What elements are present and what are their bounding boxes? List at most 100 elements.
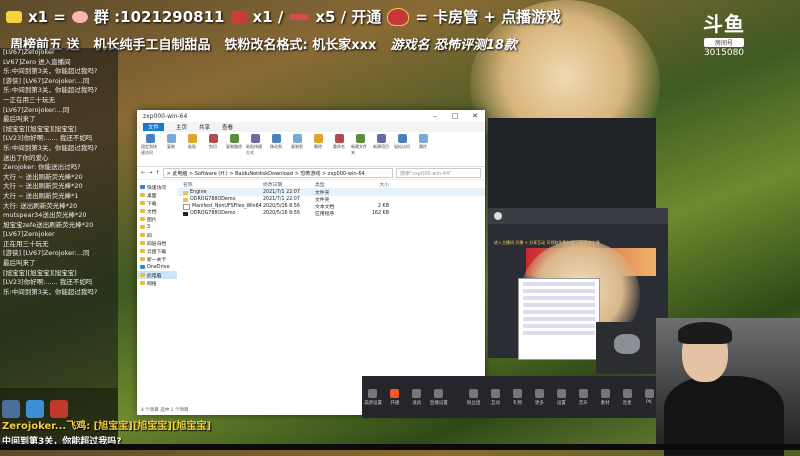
ribbon-button-icon bbox=[334, 134, 344, 143]
ribbon-button[interactable]: 粘贴快捷方式 bbox=[246, 134, 264, 156]
file-explorer-window[interactable]: zxp000-win-64 – □ ✕ 文件 主页 共享 查看 固定到快速访问 复… bbox=[137, 110, 485, 415]
ribbon-button[interactable]: 剪切 bbox=[204, 134, 222, 150]
nav-item[interactable]: 四层归档 bbox=[137, 239, 177, 247]
column-size[interactable]: 大小 bbox=[359, 181, 389, 188]
ribbon-button[interactable]: 复制到 bbox=[288, 134, 306, 150]
file-row[interactable]: ODROG788ODemo 2020/5/16 8:56 应用程序 162 KB bbox=[177, 210, 485, 217]
nav-item[interactable]: 新一关卡 bbox=[137, 255, 177, 263]
chat-message-text: 乐:中间到第3关，你能超过我吗? bbox=[3, 287, 98, 296]
toolbar-button[interactable]: 礼物 bbox=[507, 388, 529, 406]
toolbar-button[interactable]: 更多 bbox=[528, 388, 550, 406]
taskbar[interactable] bbox=[0, 444, 800, 450]
up-arrow-icon[interactable]: ↑ bbox=[155, 170, 159, 176]
tab-share[interactable]: 共享 bbox=[199, 123, 210, 131]
toolbar-button[interactable]: 音乐 bbox=[572, 388, 594, 406]
chat-message-text: 大行 ~ 送出刷新荧光棒*1 bbox=[3, 191, 79, 200]
nav-item-label: 新一关卡 bbox=[147, 257, 167, 263]
toolbar-button[interactable]: 连麦 bbox=[616, 388, 638, 406]
toolbar-label: 粉丝团 bbox=[466, 400, 481, 406]
nav-item[interactable]: 云盘下载 bbox=[137, 247, 177, 255]
column-type[interactable]: 类型 bbox=[315, 181, 359, 188]
toolbar-button[interactable]: 道具 bbox=[406, 388, 428, 406]
address-field[interactable]: > 此电脑 > Software (H:) > BaiduNetdiskDown… bbox=[162, 168, 393, 178]
nav-item[interactable]: 3 bbox=[137, 223, 177, 231]
toolbar-button[interactable]: 互动 bbox=[485, 388, 507, 406]
column-name[interactable]: 名称 bbox=[177, 181, 263, 188]
toolbar-icon bbox=[368, 388, 378, 398]
chat-message: [LV67]Zerojoker bbox=[0, 48, 118, 58]
file-name: ODROG788ODemo bbox=[190, 211, 236, 216]
ribbon-button[interactable]: 固定到快速访问 bbox=[141, 134, 159, 156]
chat-message: [LV67]Zerojoker:...同 bbox=[0, 106, 118, 116]
file-row[interactable]: ODROG788ODemo 2021/7/1 22:07 文件夹 bbox=[177, 196, 485, 203]
nav-item[interactable]: 文档 bbox=[137, 207, 177, 215]
file-type: 应用程序 bbox=[315, 212, 335, 217]
nav-item[interactable]: 网络 bbox=[137, 279, 177, 287]
back-arrow-icon[interactable]: ← bbox=[141, 170, 145, 176]
chat-message: 乐:中间到第3关，你能超过我吗? bbox=[0, 144, 118, 154]
ribbon-button[interactable]: 属性 bbox=[414, 134, 432, 150]
webcam-feed bbox=[656, 318, 800, 456]
toolbar-button[interactable]: 素材 bbox=[594, 388, 616, 406]
nav-item[interactable]: 四 bbox=[137, 231, 177, 239]
toolbar-button[interactable]: 开播 bbox=[384, 388, 406, 406]
chat-message: 最后叫来了 bbox=[0, 115, 118, 125]
ribbon-toolbar: 固定到快速访问 复制 粘贴 剪切 复制路径 粘贴快捷方式 移动到 复制到 删除 重命名 新建文件夹 新… bbox=[137, 132, 485, 167]
tab-view[interactable]: 查看 bbox=[222, 123, 233, 131]
toolbar-label: 美颜设置 bbox=[363, 400, 382, 406]
ribbon-button[interactable]: 复制路径 bbox=[225, 134, 243, 150]
chat-panel[interactable]: [LV67]Zerojoker LV67]Zero 进入直播间 乐:中间到第3关，你… bbox=[0, 48, 118, 448]
toolbar-icon bbox=[469, 388, 479, 398]
ribbon-button[interactable]: 重命名 bbox=[330, 134, 348, 150]
toolbar-icon bbox=[534, 388, 544, 398]
ribbon-button-label: 新建项目 bbox=[373, 144, 389, 149]
dark-app-window[interactable] bbox=[488, 118, 656, 208]
chat-message-text: [LV67]Zerojoker:...同 bbox=[3, 105, 70, 114]
ribbon-button-label: 移动到 bbox=[270, 144, 282, 149]
toolbar-button[interactable]: 设置 bbox=[550, 388, 572, 406]
toolbar-button[interactable]: 直播设置 bbox=[428, 388, 450, 406]
nav-item[interactable]: 下载 bbox=[137, 199, 177, 207]
ribbon-button-label: 固定到快速访问 bbox=[141, 144, 157, 155]
maximize-button[interactable]: □ bbox=[445, 112, 465, 120]
chat-message-text: [旭宝宝][旭宝宝][旭宝宝] bbox=[3, 268, 77, 277]
game-icon[interactable] bbox=[50, 400, 68, 418]
chat-message: [LV23]你好啊:...... 我还不如吗 bbox=[0, 278, 118, 288]
nav-item[interactable]: 快速访问 bbox=[137, 183, 177, 191]
ribbon-button-icon bbox=[271, 134, 281, 143]
forward-arrow-icon[interactable]: → bbox=[148, 170, 152, 176]
ribbon-button[interactable]: 粘贴 bbox=[183, 134, 201, 150]
chat-message-text: [游侠] [LV67]Zerojoker:...同 bbox=[3, 76, 90, 85]
ribbon-button-label: 复制路径 bbox=[226, 144, 242, 149]
nav-item[interactable]: 图片 bbox=[137, 215, 177, 223]
chat-message: 乐:中间到第3关，你能超过我吗? bbox=[0, 67, 118, 77]
nav-item[interactable]: 此电脑 bbox=[137, 271, 177, 279]
search-input[interactable]: 搜索"zxp000-win-64" bbox=[396, 168, 481, 178]
chat-message: LV67]Zero 进入直播间 bbox=[0, 58, 118, 68]
toolbar-button[interactable]: 粉丝团 bbox=[463, 388, 485, 406]
ribbon-button[interactable]: 删除 bbox=[309, 134, 327, 150]
ribbon-button[interactable]: 复制 bbox=[162, 134, 180, 150]
recycle-bin-icon[interactable] bbox=[2, 400, 20, 418]
tab-file[interactable]: 文件 bbox=[143, 123, 165, 131]
file-row[interactable]: Engine 2021/7/1 22:07 文件夹 bbox=[177, 189, 485, 196]
column-date[interactable]: 修改日期 bbox=[263, 181, 315, 188]
nav-item[interactable]: OneDrive bbox=[137, 263, 177, 271]
explorer-titlebar[interactable]: zxp000-win-64 – □ ✕ bbox=[137, 110, 485, 122]
ribbon-button[interactable]: 新建项目 bbox=[372, 134, 390, 150]
ribbon-button[interactable]: 移动到 bbox=[267, 134, 285, 150]
ribbon-button[interactable]: 新建文件夹 bbox=[351, 134, 369, 156]
nav-item[interactable]: 桌面 bbox=[137, 191, 177, 199]
minimize-button[interactable]: – bbox=[425, 112, 445, 120]
computer-icon[interactable] bbox=[26, 400, 44, 418]
file-row[interactable]: Manifest_NonUFSFiles_Win64 2020/5/16 8:56… bbox=[177, 203, 485, 210]
ribbon-button[interactable]: 轻松访问 bbox=[393, 134, 411, 150]
chat-message: 大行 ~ 送出刷新荧光棒*20 bbox=[0, 182, 118, 192]
tab-home[interactable]: 主页 bbox=[176, 123, 187, 131]
toolbar-button[interactable]: 美颜设置 bbox=[362, 388, 384, 406]
close-button[interactable]: ✕ bbox=[465, 112, 485, 120]
chat-message-text: [LV67]Zerojoker bbox=[3, 48, 55, 56]
address-bar-row: ← → ↑ > 此电脑 > Software (H:) > BaiduNetdi… bbox=[137, 167, 485, 180]
gift-bar-icon bbox=[6, 10, 22, 23]
chat-message: [LV23]你好啊:...... 我还不如吗 bbox=[0, 134, 118, 144]
